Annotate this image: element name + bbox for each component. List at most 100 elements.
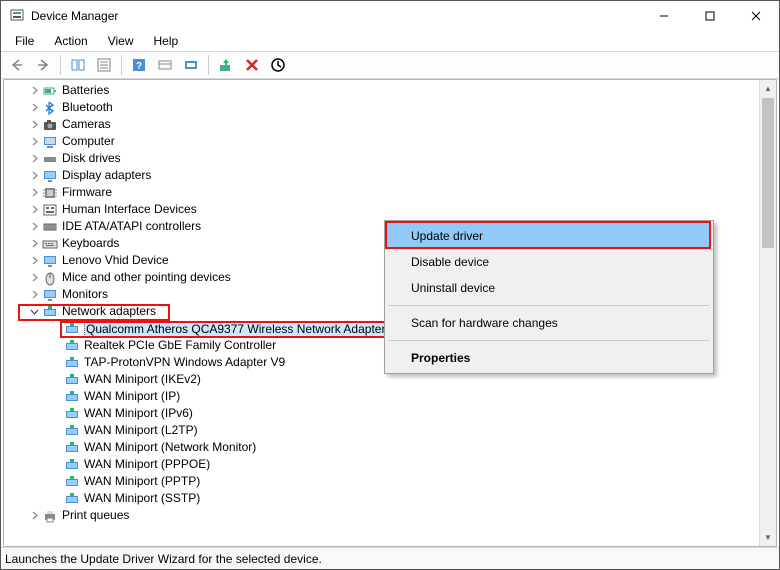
chevron-right-icon[interactable] (28, 136, 40, 148)
statusbar: Launches the Update Driver Wizard for th… (1, 547, 779, 569)
toolbar-sep (121, 55, 122, 75)
disk-icon (42, 151, 58, 167)
forward-button[interactable] (31, 54, 55, 76)
tree-category[interactable]: Human Interface Devices (4, 201, 759, 218)
bluetooth-icon (42, 100, 58, 116)
chevron-right-icon[interactable] (28, 102, 40, 114)
menu-file[interactable]: File (7, 32, 42, 50)
context-properties[interactable]: Properties (387, 345, 711, 371)
keyboard-icon (42, 236, 58, 252)
printer-icon (42, 508, 58, 524)
context-separator (389, 305, 709, 306)
show-hide-console-button[interactable] (66, 54, 90, 76)
tree-category-label: Mice and other pointing devices (62, 269, 231, 286)
tree-device-label: WAN Miniport (PPTP) (84, 473, 200, 490)
net-icon (42, 304, 58, 320)
tree-category-label: Firmware (62, 184, 112, 201)
scan-hardware-button[interactable] (179, 54, 203, 76)
tree-category-label: Lenovo Vhid Device (62, 252, 169, 269)
tree-category[interactable]: Computer (4, 133, 759, 150)
net-icon (64, 389, 80, 405)
net-icon (64, 372, 80, 388)
chevron-right-icon[interactable] (28, 119, 40, 131)
tree-device[interactable]: WAN Miniport (SSTP) (4, 490, 759, 507)
tree-device-label: TAP-ProtonVPN Windows Adapter V9 (84, 354, 285, 371)
chevron-right-icon[interactable] (28, 187, 40, 199)
menu-view[interactable]: View (100, 32, 142, 50)
tree-device-label: Qualcomm Atheros QCA9377 Wireless Networ… (84, 321, 387, 337)
properties-button[interactable] (92, 54, 116, 76)
tree-category[interactable]: Bluetooth (4, 99, 759, 116)
chevron-right-icon[interactable] (28, 153, 40, 165)
vertical-scrollbar[interactable]: ▲ ▼ (759, 80, 776, 546)
scroll-up-icon[interactable]: ▲ (760, 80, 776, 97)
status-text: Launches the Update Driver Wizard for th… (5, 552, 322, 566)
tree-category[interactable]: Batteries (4, 82, 759, 99)
tree-device[interactable]: WAN Miniport (IPv6) (4, 405, 759, 422)
tree-category-label: Network adapters (62, 303, 156, 320)
tree-category-label: Cameras (62, 116, 111, 133)
chevron-right-icon[interactable] (28, 85, 40, 97)
menu-help[interactable]: Help (146, 32, 187, 50)
window-title: Device Manager (31, 9, 641, 23)
tree-category[interactable]: Cameras (4, 116, 759, 133)
back-button[interactable] (5, 54, 29, 76)
menubar: File Action View Help (1, 31, 779, 51)
svg-text:?: ? (136, 61, 142, 72)
context-uninstall-device[interactable]: Uninstall device (387, 275, 711, 301)
context-disable-device[interactable]: Disable device (387, 249, 711, 275)
tree-category[interactable]: Print queues (4, 507, 759, 524)
tree-category-label: Computer (62, 133, 115, 150)
chevron-right-icon[interactable] (28, 221, 40, 233)
tree-category[interactable]: Firmware (4, 184, 759, 201)
display-icon (42, 253, 58, 269)
toolbar-sep (60, 55, 61, 75)
context-separator (389, 340, 709, 341)
tree-category-label: Display adapters (62, 167, 151, 184)
display-icon (42, 168, 58, 184)
uninstall-button[interactable] (240, 54, 264, 76)
net-icon (64, 406, 80, 422)
computer-icon (42, 134, 58, 150)
maximize-button[interactable] (687, 1, 733, 31)
tree-category-label: Monitors (62, 286, 108, 303)
scroll-thumb[interactable] (762, 98, 774, 248)
tree-device-label: Realtek PCIe GbE Family Controller (84, 337, 276, 354)
net-icon (64, 423, 80, 439)
chevron-right-icon[interactable] (28, 238, 40, 250)
tree-device-label: WAN Miniport (IP) (84, 388, 180, 405)
chevron-right-icon[interactable] (28, 255, 40, 267)
chevron-right-icon[interactable] (28, 170, 40, 182)
tree-device[interactable]: WAN Miniport (PPPOE) (4, 456, 759, 473)
chevron-right-icon[interactable] (28, 289, 40, 301)
tree-device[interactable]: WAN Miniport (IP) (4, 388, 759, 405)
disable-button[interactable] (266, 54, 290, 76)
net-icon (64, 474, 80, 490)
tree-category[interactable]: Disk drives (4, 150, 759, 167)
chevron-right-icon[interactable] (28, 272, 40, 284)
chevron-down-icon[interactable] (28, 306, 40, 318)
menu-action[interactable]: Action (46, 32, 95, 50)
net-icon (64, 440, 80, 456)
minimize-button[interactable] (641, 1, 687, 31)
chevron-right-icon[interactable] (28, 204, 40, 216)
tree-device[interactable]: WAN Miniport (Network Monitor) (4, 439, 759, 456)
action-button[interactable] (153, 54, 177, 76)
tree-device[interactable]: WAN Miniport (L2TP) (4, 422, 759, 439)
toolbar-sep (208, 55, 209, 75)
mouse-icon (42, 270, 58, 286)
tree-device-label: WAN Miniport (L2TP) (84, 422, 198, 439)
update-driver-button[interactable] (214, 54, 238, 76)
tree-device[interactable]: WAN Miniport (PPTP) (4, 473, 759, 490)
app-icon (9, 8, 25, 24)
context-update-driver[interactable]: Update driver (387, 223, 711, 249)
help-button[interactable]: ? (127, 54, 151, 76)
context-scan-hardware[interactable]: Scan for hardware changes (387, 310, 711, 336)
scroll-down-icon[interactable]: ▼ (760, 529, 776, 546)
tree-category[interactable]: Display adapters (4, 167, 759, 184)
tree-category-label: Disk drives (62, 150, 121, 167)
chevron-right-icon[interactable] (28, 510, 40, 522)
close-button[interactable] (733, 1, 779, 31)
tree-category-label: Bluetooth (62, 99, 113, 116)
hid-icon (42, 202, 58, 218)
